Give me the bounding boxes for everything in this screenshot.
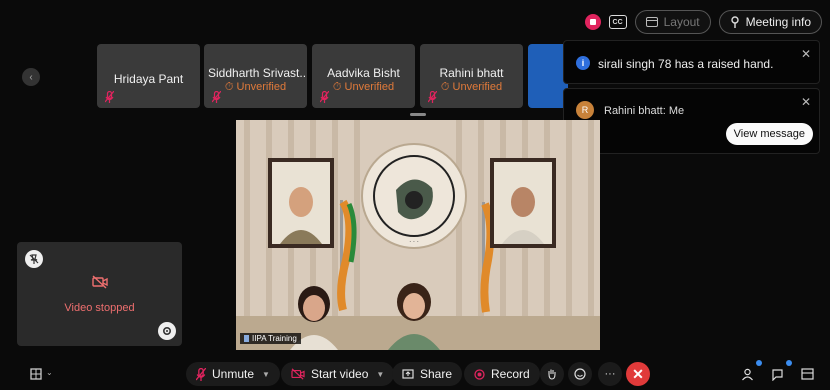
- mic-icon: [244, 335, 249, 342]
- record-label: Record: [491, 367, 530, 381]
- mic-muted-icon: [196, 367, 206, 381]
- view-message-button[interactable]: View message: [725, 123, 813, 145]
- closed-captions-icon[interactable]: CC: [608, 15, 627, 29]
- share-button[interactable]: Share: [392, 362, 463, 386]
- raised-hand-notification: i sirali singh 78 has a raised hand. ✕: [563, 40, 820, 84]
- panel-toggle-button[interactable]: [795, 362, 819, 386]
- participant-tile[interactable]: Siddharth Srivast... ⏱ Unverified: [204, 44, 307, 108]
- raise-hand-button[interactable]: [540, 362, 564, 386]
- meeting-info-button[interactable]: Meeting info: [718, 10, 822, 34]
- resize-handle[interactable]: [410, 113, 426, 116]
- participant-tile[interactable]: Aadvika Bisht ⏱ Unverified: [312, 44, 415, 108]
- video-label: IIPA Training: [240, 333, 301, 344]
- close-icon[interactable]: ✕: [801, 95, 811, 109]
- chat-icon: [771, 368, 783, 381]
- layout-button[interactable]: Layout: [634, 10, 711, 34]
- pin-location-icon: [730, 16, 739, 28]
- video-off-icon: [291, 368, 305, 380]
- video-stopped-label: Video stopped: [64, 302, 135, 314]
- share-screen-icon: [402, 368, 414, 379]
- layout-icon: [645, 17, 658, 27]
- main-video: · · · IIPA Training: [236, 120, 600, 350]
- end-meeting-button[interactable]: ✕: [626, 362, 650, 386]
- mic-muted-icon: [320, 91, 329, 103]
- close-icon[interactable]: ✕: [801, 47, 811, 61]
- grid-icon: [30, 368, 42, 380]
- participant-name: Rahini bhatt: [439, 66, 504, 80]
- chat-message-notification: R Rahini bhatt: Me ✕ View message: [563, 88, 820, 154]
- chat-button[interactable]: [765, 360, 792, 386]
- emoji-icon: [574, 368, 586, 380]
- reactions-button[interactable]: [568, 362, 592, 386]
- mic-muted-icon: [428, 91, 437, 103]
- notification-badge: [786, 360, 792, 366]
- participant-tile[interactable]: Rahini bhatt ⏱ Unverified: [420, 44, 523, 108]
- video-off-icon: [92, 275, 108, 289]
- record-button[interactable]: Record: [464, 362, 540, 386]
- chevron-down-icon[interactable]: ▼: [262, 370, 270, 379]
- hand-icon: [548, 369, 556, 380]
- participant-name: Hridaya Pant: [113, 72, 184, 86]
- start-video-button[interactable]: Start video ▼: [281, 362, 395, 386]
- info-icon: i: [576, 56, 590, 70]
- unmute-button[interactable]: Unmute ▼: [186, 362, 280, 386]
- notification-badge: [756, 360, 762, 366]
- participant-name: Siddharth Srivast...: [208, 66, 307, 80]
- record-icon: [474, 368, 485, 380]
- top-bar: CC Layout Meeting info: [584, 10, 822, 34]
- self-view: Video stopped: [17, 242, 182, 346]
- layout-label: Layout: [663, 15, 700, 29]
- svg-text:· · ·: · · ·: [409, 239, 419, 246]
- participant-tile[interactable]: Hridaya Pant: [97, 44, 200, 108]
- participants-icon: [741, 368, 753, 380]
- mic-muted-icon: [105, 91, 114, 103]
- strip-previous-button[interactable]: ‹: [22, 68, 40, 86]
- view-options-button[interactable]: [24, 362, 48, 386]
- chevron-down-icon[interactable]: ⌄: [46, 368, 53, 377]
- sidebar-icon: [800, 368, 814, 380]
- recording-indicator-icon: [584, 14, 601, 30]
- avatar: R: [576, 101, 594, 119]
- participants-button[interactable]: [735, 360, 762, 386]
- more-options-button[interactable]: ···: [598, 362, 622, 386]
- unmute-label: Unmute: [212, 367, 255, 381]
- bottom-toolbar: ⌄ Unmute ▼ Start video ▼ Share Record ··…: [0, 360, 830, 390]
- unpin-icon[interactable]: [25, 250, 43, 268]
- meeting-info-label: Meeting info: [745, 15, 811, 29]
- video-frame: · · ·: [236, 120, 600, 350]
- participant-tile-partial[interactable]: [528, 44, 568, 108]
- chevron-down-icon[interactable]: ▼: [376, 370, 384, 379]
- gear-icon[interactable]: [158, 322, 176, 340]
- raised-hand-text: sirali singh 78 has a raised hand.: [598, 57, 774, 71]
- start-video-label: Start video: [311, 367, 369, 381]
- share-label: Share: [420, 367, 453, 381]
- participant-name: Aadvika Bisht: [327, 66, 400, 80]
- message-preview: Rahini bhatt: Me: [604, 105, 685, 117]
- mic-muted-icon: [212, 91, 221, 103]
